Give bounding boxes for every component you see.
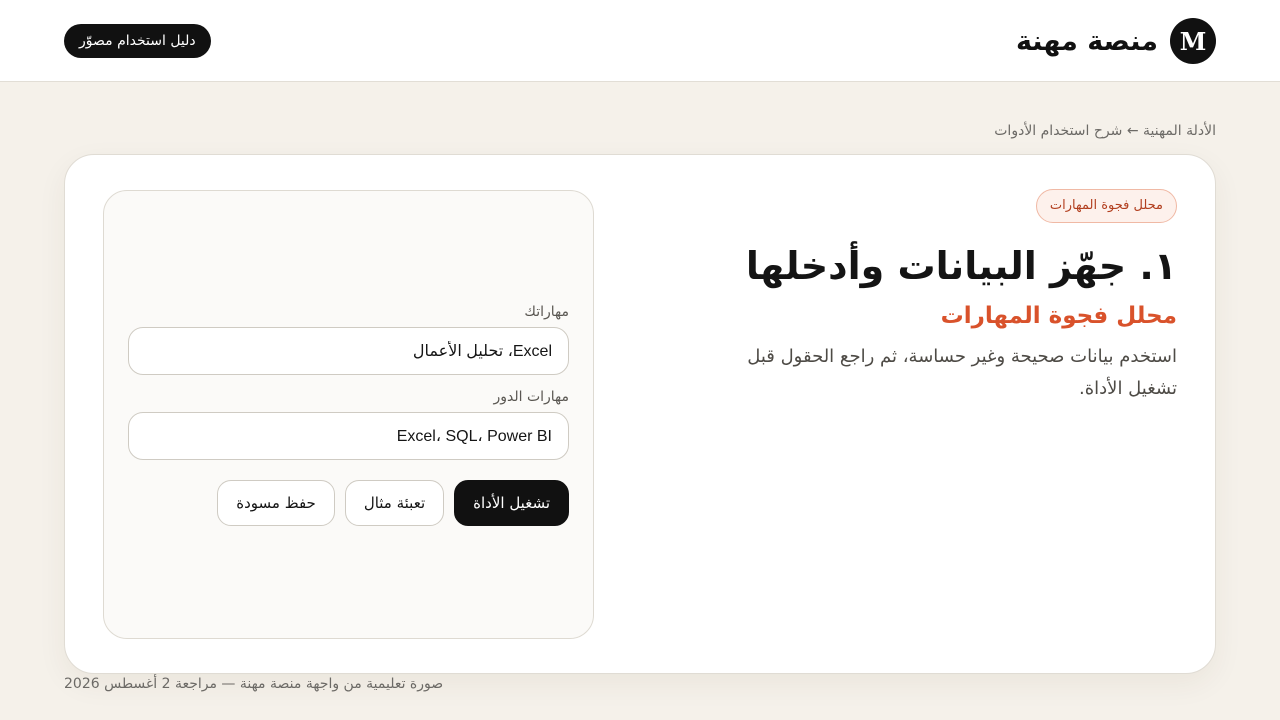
your-skills-label: مهاراتك [524, 304, 569, 320]
skills-form: مهاراتك مهارات الدور تشغيل الأداة تعبئة … [128, 303, 569, 526]
step-title: ١. جهّز البيانات وأدخلها [745, 244, 1177, 288]
tool-form-panel: مهاراتك مهارات الدور تشغيل الأداة تعبئة … [103, 190, 594, 639]
tool-tag-badge: محلل فجوة المهارات [1035, 189, 1177, 223]
fill-example-button[interactable]: تعبئة مثال [344, 480, 445, 526]
field-spacer [128, 375, 569, 388]
brand-logo-letter: M [1179, 26, 1207, 56]
top-navigation-bar: M منصة مهنة دليل استخدام مصوّر [0, 0, 1280, 82]
screenshot-caption: صورة تعليمية من واجهة منصة مهنة — مراجعة… [64, 676, 444, 692]
brand-logo-icon: M [1170, 18, 1216, 64]
tool-step-card: محلل فجوة المهارات ١. جهّز البيانات وأدخ… [64, 154, 1216, 674]
run-tool-button[interactable]: تشغيل الأداة [454, 480, 569, 526]
role-skills-label: مهارات الدور [493, 389, 569, 405]
form-actions: تشغيل الأداة تعبئة مثال حفظ مسودة [128, 480, 569, 526]
breadcrumb[interactable]: الأدلة المهنية ← شرح استخدام الأدوات [994, 123, 1216, 139]
brand-name: منصة مهنة [1015, 25, 1158, 57]
tool-subtitle: محلل فجوة المهارات [940, 302, 1177, 329]
step-description: استخدم بيانات صحيحة وغير حساسة، ثم راجع … [747, 345, 1177, 399]
your-skills-input[interactable] [128, 327, 569, 375]
illustrated-guide-button[interactable]: دليل استخدام مصوّر [64, 24, 211, 58]
role-skills-input[interactable] [128, 412, 569, 460]
step-intro: محلل فجوة المهارات ١. جهّز البيانات وأدخ… [717, 189, 1177, 405]
save-draft-button[interactable]: حفظ مسودة [217, 480, 335, 526]
brand[interactable]: M منصة مهنة [1016, 17, 1216, 65]
